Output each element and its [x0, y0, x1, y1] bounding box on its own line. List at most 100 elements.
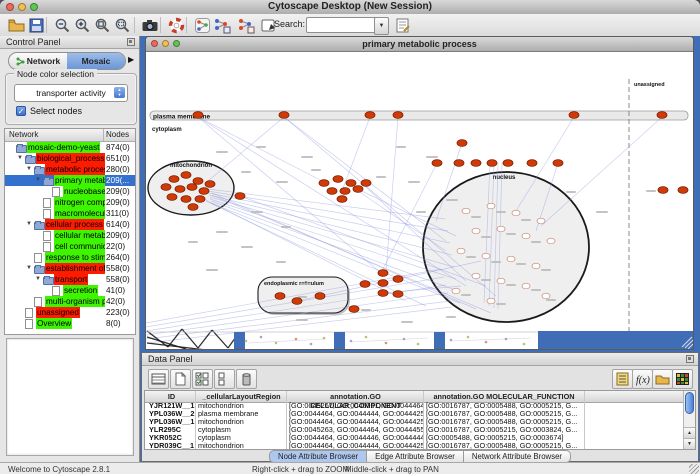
zoom-selected-icon[interactable] — [92, 15, 112, 35]
float-panel-icon[interactable] — [686, 355, 694, 363]
resize-grip[interactable] — [689, 464, 699, 474]
node[interactable] — [292, 298, 302, 305]
node[interactable] — [393, 276, 403, 283]
table-row[interactable]: YPL036W__1mitochondrion[GO:0044464, GO:0… — [145, 418, 683, 426]
node[interactable] — [340, 188, 350, 195]
help-ring-icon[interactable] — [166, 15, 186, 35]
node[interactable] — [393, 112, 403, 119]
expand-arrow-icon[interactable]: ▼ — [35, 177, 41, 183]
node[interactable] — [487, 160, 497, 167]
tree-row[interactable]: ▼transport558(0) — [5, 274, 135, 285]
edge[interactable] — [210, 197, 454, 267]
tree-row[interactable]: ▼biological_process651(0) — [5, 153, 135, 164]
expand-arrow-icon[interactable]: ▼ — [26, 265, 32, 271]
network-window-titlebar[interactable]: primary metabolic process — [146, 37, 693, 52]
node[interactable] — [193, 112, 203, 119]
node[interactable] — [542, 293, 550, 299]
scroll-down-icon[interactable]: ▼ — [684, 438, 695, 449]
tab-mosaic[interactable]: Mosaic — [67, 53, 125, 69]
tree-row[interactable]: cell communicat22(0) — [5, 241, 135, 252]
expand-arrow-icon[interactable]: ▼ — [26, 221, 32, 227]
attribute-table[interactable]: ID_cellularLayoutRegionannotation.GO CEL… — [144, 390, 696, 450]
select-attributes-icon[interactable] — [192, 369, 213, 389]
node[interactable] — [522, 233, 530, 239]
tree-row[interactable]: mosaic-demo-yeast874(0) — [5, 142, 135, 153]
table-row[interactable]: YJR121W__1mitochondrion[GO:0045267, GO:0… — [145, 402, 683, 410]
unselect-attributes-icon[interactable] — [214, 369, 235, 389]
table-row[interactable]: YKR052Ccytoplasm[GO:0044464, GO:0044446,… — [145, 434, 683, 442]
node[interactable] — [432, 160, 442, 167]
node[interactable] — [497, 278, 505, 284]
tab-overflow-arrow-icon[interactable]: ▶ — [128, 55, 134, 64]
select-nodes-checkbox[interactable]: ✓ — [16, 106, 26, 116]
node[interactable] — [167, 194, 177, 201]
search-dropdown-arrow-icon[interactable]: ▼ — [374, 17, 389, 35]
tree-column-nodes[interactable]: Nodes — [106, 130, 129, 139]
node[interactable] — [507, 256, 515, 262]
search-input[interactable] — [306, 17, 378, 33]
node[interactable] — [188, 204, 198, 211]
node[interactable] — [181, 172, 191, 179]
node[interactable] — [472, 273, 480, 279]
expand-network-icon[interactable] — [236, 15, 256, 35]
node[interactable] — [187, 184, 197, 191]
node[interactable] — [181, 196, 191, 203]
tree-row[interactable]: response to stimul264(0) — [5, 252, 135, 263]
tree-row[interactable]: nitrogen compo209(0) — [5, 197, 135, 208]
node[interactable] — [279, 112, 289, 119]
node[interactable] — [497, 226, 505, 232]
tab-network[interactable]: Network — [9, 53, 67, 69]
tree-row[interactable]: ▼metabolic process280(0) — [5, 164, 135, 175]
node[interactable] — [512, 210, 520, 216]
attribute-table-icon[interactable] — [148, 369, 169, 389]
node[interactable] — [205, 181, 215, 188]
node[interactable] — [487, 298, 495, 304]
node[interactable] — [393, 291, 403, 298]
nucleus-region[interactable] — [423, 172, 589, 322]
node[interactable] — [472, 228, 480, 234]
plasma-membrane-region[interactable] — [150, 111, 688, 120]
table-row[interactable]: YLR295Ccytoplasm[GO:0045263, GO:0044464,… — [145, 426, 683, 434]
node[interactable] — [457, 140, 467, 147]
node[interactable] — [553, 160, 563, 167]
node[interactable] — [471, 160, 481, 167]
table-scrollbar[interactable]: ▲ ▼ — [683, 391, 695, 449]
node[interactable] — [462, 208, 470, 214]
tree-row[interactable]: ▼primary metabo209(... — [5, 175, 135, 186]
edge-dark[interactable] — [198, 330, 212, 348]
column-header[interactable]: _cellularLayoutRegion — [196, 392, 287, 401]
node[interactable] — [378, 280, 388, 287]
node[interactable] — [327, 188, 337, 195]
node[interactable] — [547, 238, 555, 244]
node[interactable] — [503, 160, 513, 167]
node[interactable] — [457, 248, 465, 254]
node[interactable] — [193, 178, 203, 185]
node[interactable] — [337, 196, 347, 203]
edge[interactable] — [198, 117, 466, 286]
tree-row[interactable]: ▼establishment of lo558(0) — [5, 263, 135, 274]
delete-attribute-icon[interactable] — [236, 369, 257, 389]
expand-arrow-icon[interactable]: ▼ — [26, 166, 32, 172]
table-row[interactable]: YDR039C__1mitochondrion[GO:0044464, GO:0… — [145, 442, 683, 450]
node[interactable] — [346, 180, 356, 187]
formula-builder-icon[interactable]: f(x) — [632, 369, 653, 389]
edge[interactable] — [541, 117, 662, 226]
column-header[interactable]: ID — [147, 392, 196, 401]
zoom-out-icon[interactable] — [52, 15, 72, 35]
node[interactable] — [482, 253, 490, 259]
tree-row[interactable]: nucleobase-209(0) — [5, 186, 135, 197]
table-row[interactable]: YPL036W__2plasma membrane[GO:0044464, GO… — [145, 410, 683, 418]
node[interactable] — [657, 112, 667, 119]
node[interactable] — [522, 283, 530, 289]
save-session-icon[interactable] — [26, 15, 46, 35]
node[interactable] — [527, 160, 537, 167]
tree-row[interactable]: multi-organism pro42(0) — [5, 296, 135, 307]
tree-row[interactable]: macromolecule311(0) — [5, 208, 135, 219]
node[interactable] — [333, 176, 343, 183]
node[interactable] — [353, 186, 363, 193]
node[interactable] — [175, 186, 185, 193]
tree-column-network[interactable]: Network — [9, 130, 38, 139]
first-neighbors-icon[interactable] — [212, 15, 232, 35]
node[interactable] — [452, 288, 460, 294]
import-attributes-icon[interactable] — [652, 369, 673, 389]
